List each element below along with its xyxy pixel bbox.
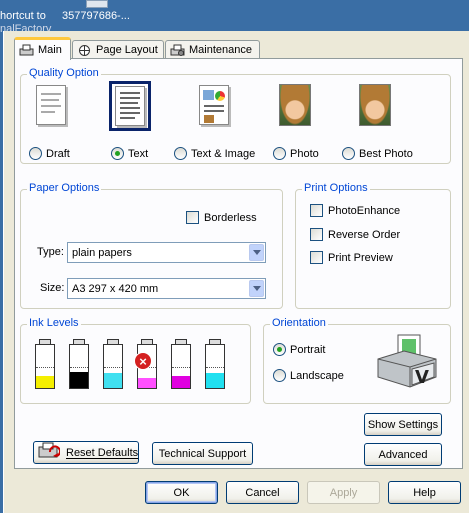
desktop-file-label[interactable]: 357797686-... [62,10,130,22]
desktop-file-icon[interactable] [86,0,108,8]
radio-photo-button[interactable] [273,147,286,160]
radio-best-photo-label: Best Photo [359,147,413,160]
ink-cartridge [35,339,55,389]
svg-text:V: V [415,367,429,388]
printer-orientation-icon: V [374,333,440,394]
print-preview-label: Print Preview [328,251,393,264]
ink-levels-group: Ink Levels × [20,317,251,404]
borderless-box[interactable] [186,211,199,224]
radio-landscape-button[interactable] [273,369,286,382]
radio-photo[interactable]: Photo [273,147,319,160]
size-label: Size: [40,282,65,294]
show-settings-button[interactable]: Show Settings [364,413,442,436]
draft-quality-icon[interactable] [31,81,71,129]
maintenance-icon [170,44,185,57]
radio-draft[interactable]: Draft [29,147,70,160]
ink-level-fill [138,378,156,388]
radio-text-image-label: Text & Image [191,147,256,160]
tab-maintenance-label: Maintenance [189,44,252,56]
text-quality-icon[interactable] [109,81,151,131]
ink-cartridge [171,339,191,389]
tab-main[interactable]: Main [14,37,71,60]
apply-button[interactable]: Apply [307,481,380,504]
radio-landscape-label: Landscape [290,369,344,382]
page-layout-icon [77,44,92,57]
photoenhance-box[interactable] [310,204,323,217]
reverse-order-checkbox[interactable]: Reverse Order [310,228,400,241]
radio-best-photo[interactable]: Best Photo [342,147,413,160]
radio-portrait-button[interactable] [273,343,286,356]
radio-portrait-label: Portrait [290,343,326,356]
radio-draft-button[interactable] [29,147,42,160]
ink-cartridge [69,339,89,389]
paper-options-group: Paper Options Borderless Type: plain pap… [20,182,283,309]
type-label: Type: [37,246,64,258]
technical-support-button[interactable]: Technical Support [152,442,253,465]
photo-quality-icon[interactable] [275,81,315,129]
photoenhance-checkbox[interactable]: PhotoEnhance [310,204,400,217]
borderless-checkbox[interactable]: Borderless [186,211,257,224]
print-preview-checkbox[interactable]: Print Preview [310,251,393,264]
ink-cartridge [205,339,225,389]
photoenhance-label: PhotoEnhance [328,204,401,217]
tab-page-layout-label: Page Layout [96,44,158,56]
quality-option-group: Quality Option Draft Text Text & Image P… [20,67,451,164]
radio-text-image[interactable]: Text & Image [174,147,255,160]
chevron-down-icon[interactable] [249,244,264,261]
radio-best-photo-button[interactable] [342,147,355,160]
ink-level-fill [206,373,224,388]
radio-draft-label: Draft [46,147,70,160]
ink-level-fill [36,376,54,388]
print-preview-box[interactable] [310,251,323,264]
help-button[interactable]: Help [388,481,461,504]
best-photo-quality-icon[interactable] [355,81,395,129]
chevron-down-icon[interactable] [249,280,264,297]
reset-defaults-button[interactable]: Reset Defaults [33,441,139,464]
paper-type-value: plain papers [72,246,132,259]
printer-tab-icon [19,44,34,57]
quality-option-title: Quality Option [27,67,101,79]
print-options-group: Print Options PhotoEnhance Reverse Order… [295,182,451,309]
paper-size-value: A3 297 x 420 mm [72,282,159,295]
ink-level-fill [70,372,88,388]
ok-button[interactable]: OK [145,481,218,504]
ink-cartridge [103,339,123,389]
radio-text-button[interactable] [111,147,124,160]
radio-landscape[interactable]: Landscape [273,369,344,382]
printer-properties-window: Main Page Layout Maintenance Quality Opt… [3,31,469,513]
tab-main-label: Main [38,44,62,56]
ink-levels-title: Ink Levels [27,317,81,329]
cancel-button[interactable]: Cancel [226,481,299,504]
orientation-group: Orientation Portrait Landscape V [263,317,451,404]
ink-level-fill [172,376,190,388]
advanced-button[interactable]: Advanced [364,443,442,466]
tab-page-layout[interactable]: Page Layout [72,40,164,59]
reverse-order-label: Reverse Order [328,228,401,241]
paper-size-select[interactable]: A3 297 x 420 mm [67,278,266,299]
radio-portrait[interactable]: Portrait [273,343,325,356]
print-options-title: Print Options [302,182,370,194]
reverse-order-box[interactable] [310,228,323,241]
orientation-title: Orientation [270,317,328,329]
radio-text-label: Text [128,147,149,160]
ink-error-icon: × [134,352,152,370]
reset-defaults-label: Reset Defaults [66,446,139,459]
text-image-quality-icon[interactable] [194,81,234,129]
ink-cartridges: × [35,339,235,391]
main-tab-page: Quality Option Draft Text Text & Image P… [14,58,463,469]
radio-text[interactable]: Text [111,147,148,160]
desktop-shortcut-label[interactable]: hortcut to [0,10,46,22]
tab-maintenance[interactable]: Maintenance [165,40,260,59]
ink-level-fill [104,373,122,388]
paper-options-title: Paper Options [27,182,102,194]
ink-cartridge: × [134,339,157,389]
borderless-label: Borderless [204,211,257,224]
paper-type-select[interactable]: plain papers [67,242,266,263]
radio-text-image-button[interactable] [174,147,187,160]
radio-photo-label: Photo [290,147,319,160]
reset-defaults-icon [38,442,61,463]
